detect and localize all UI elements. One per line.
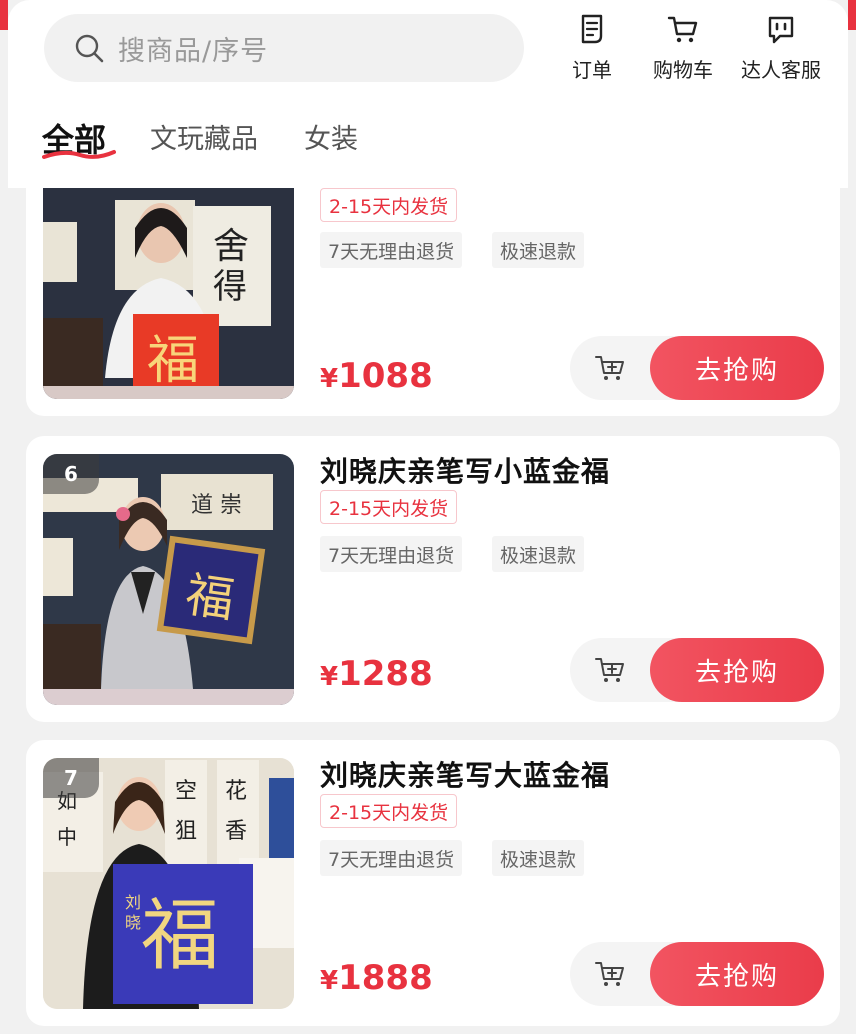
- return-policy-tag: 7天无理由退货: [320, 232, 463, 268]
- add-to-cart-icon: [595, 962, 624, 986]
- customer-service-button[interactable]: 达人客服: [736, 8, 826, 88]
- svg-text:道 崇: 道 崇: [191, 493, 242, 518]
- buy-now-button[interactable]: 去抢购: [650, 942, 824, 1006]
- search-icon: [75, 34, 104, 63]
- currency-symbol: ¥: [320, 966, 339, 996]
- buy-actions: 去抢购: [570, 638, 824, 702]
- currency-symbol: ¥: [320, 364, 339, 394]
- product-card-2[interactable]: 道 崇 福 6 刘晓庆亲笔写小蓝金福 2-15天内发货 7天无理由退货 极速退款…: [26, 436, 840, 722]
- product-card-3[interactable]: 空 狙 花 香 如 中 福 刘 晓 7 刘晓庆亲笔写大蓝金福 2-15天内发货 …: [26, 740, 840, 1026]
- orders-label: 订单: [572, 58, 612, 82]
- red-edge-right: [848, 0, 856, 30]
- svg-text:花: 花: [225, 779, 247, 804]
- tab-collectibles-label: 文玩藏品: [150, 124, 259, 155]
- add-to-cart-icon: [595, 658, 624, 682]
- svg-text:空: 空: [175, 779, 197, 804]
- order-list-icon: [581, 14, 603, 44]
- category-tabs: 全部 文玩藏品 女装: [42, 118, 404, 168]
- fast-refund-tag: 极速退款: [492, 840, 585, 876]
- return-policy-tag: 7天无理由退货: [320, 536, 463, 572]
- fast-refund-tag: 极速退款: [492, 536, 585, 572]
- rank-badge: 7: [43, 758, 99, 798]
- buy-actions: 去抢购: [570, 336, 824, 400]
- active-tab-underline: [42, 150, 116, 159]
- svg-text:福: 福: [182, 567, 237, 629]
- shipping-badge: 2-15天内发货: [320, 188, 458, 222]
- cart-button[interactable]: 购物车: [648, 8, 718, 88]
- svg-text:得: 得: [213, 267, 247, 307]
- shipping-badge: 2-15天内发货: [320, 794, 458, 828]
- shopping-cart-icon: [667, 16, 698, 43]
- svg-text:狙: 狙: [175, 819, 197, 844]
- return-policy-tag: 7天无理由退货: [320, 840, 463, 876]
- shipping-badge: 2-15天内发货: [320, 490, 458, 524]
- orders-button[interactable]: 订单: [568, 8, 616, 88]
- svg-text:舍: 舍: [213, 226, 249, 267]
- chat-service-icon: [768, 16, 794, 44]
- tab-womens-clothing[interactable]: 女装: [304, 118, 358, 162]
- product-title[interactable]: 刘晓庆亲笔写大蓝金福: [320, 754, 610, 794]
- price-value: 1288: [338, 654, 433, 694]
- svg-text:香: 香: [225, 819, 247, 844]
- tab-collectibles[interactable]: 文玩藏品: [150, 118, 258, 162]
- price-value: 1888: [338, 958, 433, 998]
- product-image[interactable]: 道 崇 福 6: [43, 454, 294, 705]
- product-image[interactable]: 空 狙 花 香 如 中 福 刘 晓 7: [43, 758, 294, 1009]
- svg-text:刘: 刘: [125, 893, 141, 912]
- cart-label: 购物车: [653, 58, 713, 82]
- product-price: ¥1888: [320, 958, 433, 998]
- search-placeholder: 搜商品/序号: [118, 35, 269, 67]
- currency-symbol: ¥: [320, 662, 339, 692]
- live-shop-product-list: 舍 得 福 2-15天内发货 7天无理由退货 极速退款 ¥1088 去抢购 道 …: [0, 0, 856, 1034]
- buy-now-button[interactable]: 去抢购: [650, 638, 824, 702]
- svg-text:中: 中: [57, 825, 77, 849]
- price-value: 1088: [338, 356, 433, 396]
- tab-womens-clothing-label: 女装: [304, 124, 359, 155]
- search-bar[interactable]: 搜商品/序号: [44, 14, 524, 82]
- customer-service-label: 达人客服: [741, 58, 821, 82]
- product-title[interactable]: 刘晓庆亲笔写小蓝金福: [320, 450, 610, 490]
- buy-actions: 去抢购: [570, 942, 824, 1006]
- svg-text:福: 福: [141, 891, 219, 981]
- product-price: ¥1288: [320, 654, 433, 694]
- svg-text:晓: 晓: [125, 913, 141, 932]
- svg-text:福: 福: [147, 331, 199, 391]
- tab-all[interactable]: 全部: [42, 118, 116, 162]
- buy-now-button[interactable]: 去抢购: [650, 336, 824, 400]
- shop-header: 搜商品/序号 订单 购物车 达人客服 全部 文玩藏品 女装: [8, 0, 848, 188]
- product-price: ¥1088: [320, 356, 433, 396]
- red-edge-left: [0, 0, 8, 30]
- rank-badge: 6: [43, 454, 99, 494]
- add-to-cart-icon: [595, 356, 624, 380]
- fast-refund-tag: 极速退款: [492, 232, 585, 268]
